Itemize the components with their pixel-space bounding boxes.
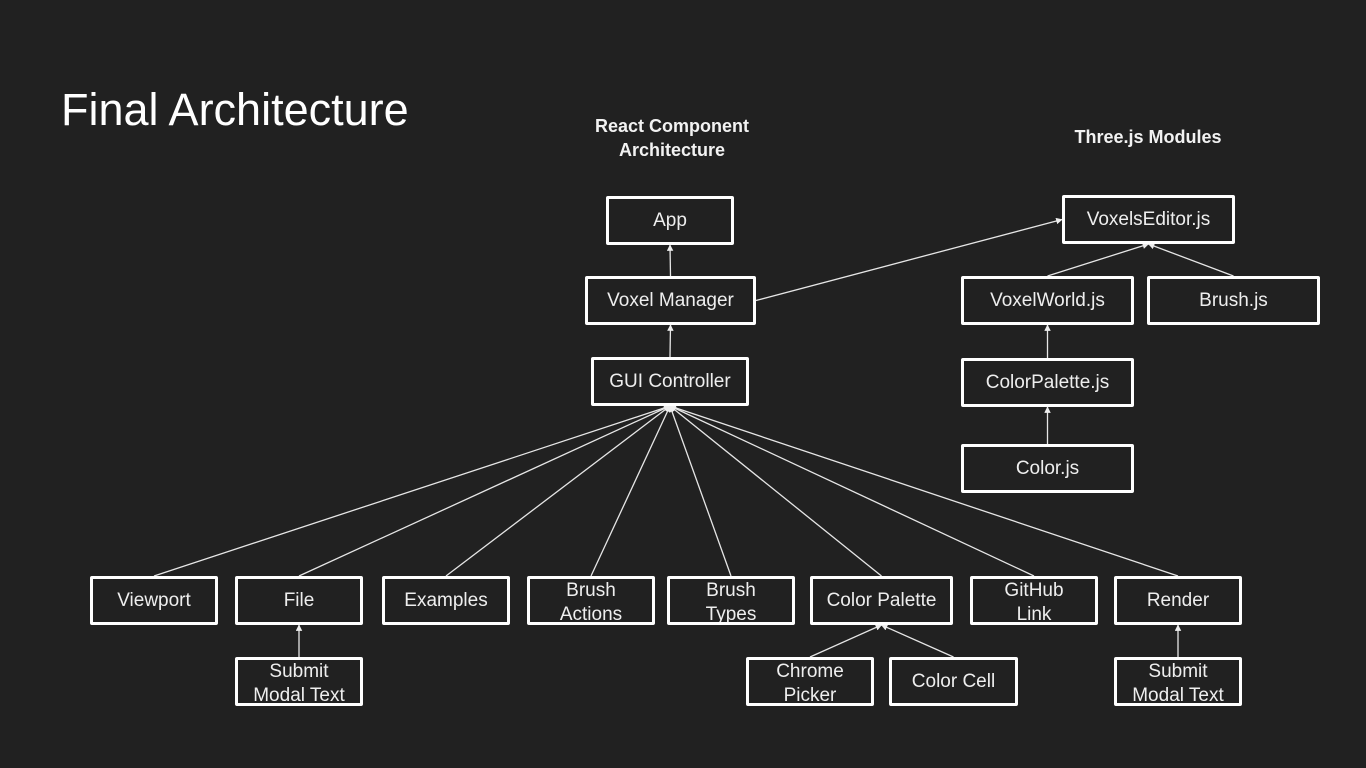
node-examples: Examples [382, 576, 510, 625]
node-label-line1: Brush [566, 580, 616, 601]
node-voxel-manager: Voxel Manager [585, 276, 756, 325]
node-label-line2: Actions [559, 604, 623, 625]
node-voxel-world-js: VoxelWorld.js [961, 276, 1134, 325]
node-color-cell: Color Cell [889, 657, 1018, 706]
node-brush-js: Brush.js [1147, 276, 1320, 325]
node-label: Voxel Manager [607, 289, 734, 311]
node-submit-modal-text-render: Submit Modal Text [1114, 657, 1242, 706]
node-label-line1: Submit [269, 661, 329, 682]
edge-voxel_manager-to-app [666, 244, 674, 277]
node-brush-actions: Brush Actions [527, 576, 655, 625]
node-label-line2: Picker [783, 685, 837, 706]
node-label: Color.js [1015, 457, 1080, 479]
node-label: VoxelWorld.js [990, 289, 1105, 311]
node-render: Render [1114, 576, 1242, 625]
node-label-line2: Modal Text [1132, 685, 1224, 706]
node-label: Brush.js [1199, 289, 1268, 311]
node-chrome-picker: Chrome Picker [746, 657, 874, 706]
edge-brush_actions-to-gui_controller [590, 405, 671, 577]
node-label: GUI Controller [609, 370, 731, 392]
node-app: App [606, 196, 734, 245]
node-label-line1: Submit [1148, 661, 1208, 682]
node-label: App [653, 209, 687, 231]
node-file: File [235, 576, 363, 625]
edge-color_cell-to-color_palette [880, 624, 954, 658]
edge-examples-to-gui_controller [445, 405, 671, 577]
node-color-palette: Color Palette [810, 576, 953, 625]
node-color-js: Color.js [961, 444, 1134, 493]
node-label: Viewport [117, 589, 191, 611]
node-brush-types: Brush Types [667, 576, 795, 625]
node-github-link: GitHub Link [970, 576, 1098, 625]
edge-voxel_world-to-voxels_editor [1047, 242, 1150, 277]
node-gui-controller: GUI Controller [591, 357, 749, 406]
edge-gui_controller-to-voxel_manager [667, 324, 674, 358]
edge-color_palette-to-gui_controller [669, 405, 882, 577]
node-viewport: Viewport [90, 576, 218, 625]
node-color-palette-js: ColorPalette.js [961, 358, 1134, 407]
node-label: Color Cell [911, 670, 996, 692]
node-label: Render [1146, 589, 1210, 611]
node-label-line2: Link [1016, 604, 1052, 625]
node-label-line1: GitHub [1004, 580, 1064, 601]
node-label: VoxelsEditor.js [1086, 208, 1211, 230]
edge-viewport-to-gui_controller [153, 404, 671, 577]
node-label-line1: Chrome [776, 661, 844, 682]
node-label-line1: Brush [706, 580, 756, 601]
edge-brush_types-to-gui_controller [668, 405, 732, 577]
edge-chrome_picker-to-color_palette [809, 624, 883, 658]
node-submit-modal-text-file: Submit Modal Text [235, 657, 363, 706]
node-label-line2: Types [705, 604, 757, 625]
node-label: File [283, 589, 315, 611]
node-label-line2: Modal Text [253, 685, 345, 706]
node-label: Examples [404, 589, 488, 611]
edge-file-to-gui_controller [298, 405, 671, 577]
node-label: Color Palette [826, 589, 937, 611]
edge-brush_js-to-voxels_editor [1147, 243, 1234, 277]
node-label: ColorPalette.js [985, 371, 1110, 393]
node-voxels-editor-js: VoxelsEditor.js [1062, 195, 1235, 244]
